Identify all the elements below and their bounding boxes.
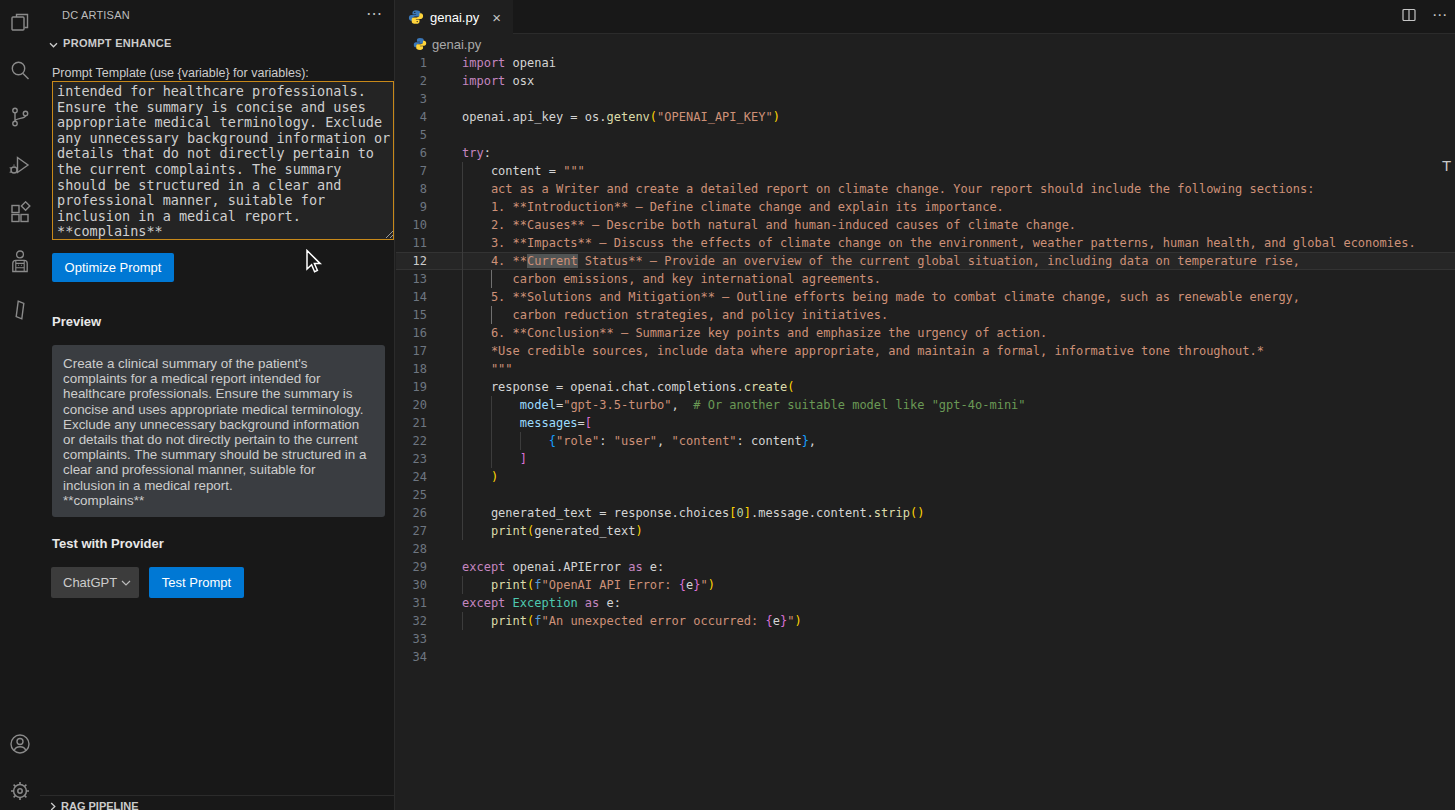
- test-with-provider-heading: Test with Provider: [52, 536, 164, 551]
- code-line[interactable]: 3: [396, 90, 1455, 108]
- code-line[interactable]: 22 {"role": "user", "content": content},: [396, 432, 1455, 450]
- code-line[interactable]: 10 2. **Causes** — Describe both natural…: [396, 216, 1455, 234]
- code-line[interactable]: 15 carbon reduction strategies, and poli…: [396, 306, 1455, 324]
- code-line[interactable]: 5: [396, 126, 1455, 144]
- dc-artisan-quill-icon[interactable]: [8, 298, 32, 322]
- optimize-prompt-button[interactable]: Optimize Prompt: [52, 253, 174, 282]
- activity-bar: [0, 0, 40, 810]
- mouse-cursor: [305, 249, 325, 275]
- code-line[interactable]: 7 content = """: [396, 162, 1455, 180]
- sidebar-title: DC ARTISAN: [62, 9, 130, 21]
- preview-heading: Preview: [52, 314, 101, 329]
- prompt-template-input[interactable]: intended for healthcare professionals. E…: [52, 81, 394, 240]
- run-debug-icon[interactable]: [8, 153, 32, 177]
- code-line[interactable]: 19 response = openai.chat.completions.cr…: [396, 378, 1455, 396]
- tab-title: genai.py: [430, 10, 479, 25]
- code-line[interactable]: 16 6. **Conclusion** — Summarize key poi…: [396, 324, 1455, 342]
- code-line[interactable]: 30 print(f"OpenAI API Error: {e}"): [396, 576, 1455, 594]
- code-line[interactable]: 24 ): [396, 468, 1455, 486]
- code-line[interactable]: 9 1. **Introduction** — Define climate c…: [396, 198, 1455, 216]
- clipped-text: T: [1442, 157, 1451, 174]
- tab-bar: genai.py × ⋯: [396, 0, 1455, 34]
- code-line[interactable]: 25: [396, 486, 1455, 504]
- code-line[interactable]: 13 carbon emissions, and key internation…: [396, 270, 1455, 288]
- sidebar-more-actions-icon[interactable]: ⋯: [366, 4, 383, 23]
- editor-more-actions-icon[interactable]: ⋯: [1432, 7, 1447, 23]
- tab-genai-py[interactable]: genai.py ×: [396, 0, 513, 34]
- dc-artisan-agent-icon[interactable]: [8, 250, 32, 274]
- code-line[interactable]: 12 4. **Current Status** — Provide an ov…: [396, 252, 1455, 270]
- source-control-icon[interactable]: [8, 105, 32, 129]
- chevron-down-icon: [121, 580, 131, 586]
- code-line[interactable]: 11 3. **Impacts** — Discuss the effects …: [396, 234, 1455, 252]
- code-line[interactable]: 21 messages=[: [396, 414, 1455, 432]
- prompt-template-label: Prompt Template (use {variable} for vari…: [52, 66, 309, 80]
- split-editor-icon[interactable]: [1401, 7, 1417, 23]
- explorer-icon[interactable]: [8, 10, 32, 34]
- code-line[interactable]: 31except Exception as e:: [396, 594, 1455, 612]
- code-line[interactable]: 34: [396, 648, 1455, 666]
- section-prompt-enhance[interactable]: PROMPT ENHANCE: [49, 37, 172, 49]
- editor-area: genai.py × ⋯ genai.py 1import openai2imp…: [396, 0, 1455, 810]
- code-line[interactable]: 14 5. **Solutions and Mitigation** — Out…: [396, 288, 1455, 306]
- code-line[interactable]: 18 """: [396, 360, 1455, 378]
- tab-close-icon[interactable]: ×: [492, 9, 501, 26]
- preview-box: Create a clinical summary of the patient…: [52, 345, 385, 517]
- code-line[interactable]: 20 model="gpt-3.5-turbo", # Or another s…: [396, 396, 1455, 414]
- code-line[interactable]: 1import openai: [396, 54, 1455, 72]
- code-line[interactable]: 29except openai.APIError as e:: [396, 558, 1455, 576]
- resize-grip-icon[interactable]: [385, 230, 394, 239]
- code-line[interactable]: 27 print(generated_text): [396, 522, 1455, 540]
- code-lines: 1import openai2import osx34openai.api_ke…: [396, 54, 1455, 666]
- code-line[interactable]: 23 ]: [396, 450, 1455, 468]
- sidebar-panel: DC ARTISAN ⋯ PROMPT ENHANCE Prompt Templ…: [40, 0, 395, 810]
- code-line[interactable]: 26 generated_text = response.choices[0].…: [396, 504, 1455, 522]
- code-line[interactable]: 4openai.api_key = os.getenv("OPENAI_API_…: [396, 108, 1455, 126]
- section-rag-pipeline[interactable]: RAG PIPELINE: [40, 795, 394, 810]
- chevron-right-icon: [50, 802, 56, 810]
- code-line[interactable]: 6try:: [396, 144, 1455, 162]
- python-icon: [413, 37, 427, 51]
- code-line[interactable]: 28: [396, 540, 1455, 558]
- provider-select[interactable]: ChatGPT: [51, 567, 139, 598]
- code-line[interactable]: 8 act as a Writer and create a detailed …: [396, 180, 1455, 198]
- code-line[interactable]: 17 *Use credible sources, include data w…: [396, 342, 1455, 360]
- settings-icon[interactable]: [8, 779, 32, 803]
- account-icon[interactable]: [8, 732, 32, 756]
- breadcrumb-file: genai.py: [432, 37, 481, 52]
- breadcrumb[interactable]: genai.py: [396, 34, 481, 54]
- code-line[interactable]: 32 print(f"An unexpected error occurred:…: [396, 612, 1455, 630]
- extensions-icon[interactable]: [8, 201, 32, 225]
- chevron-down-icon: [49, 42, 58, 48]
- search-icon[interactable]: [8, 58, 32, 82]
- test-prompt-button[interactable]: Test Prompt: [149, 567, 244, 598]
- code-line[interactable]: 2import osx: [396, 72, 1455, 90]
- python-icon: [408, 9, 424, 25]
- code-line[interactable]: 33: [396, 630, 1455, 648]
